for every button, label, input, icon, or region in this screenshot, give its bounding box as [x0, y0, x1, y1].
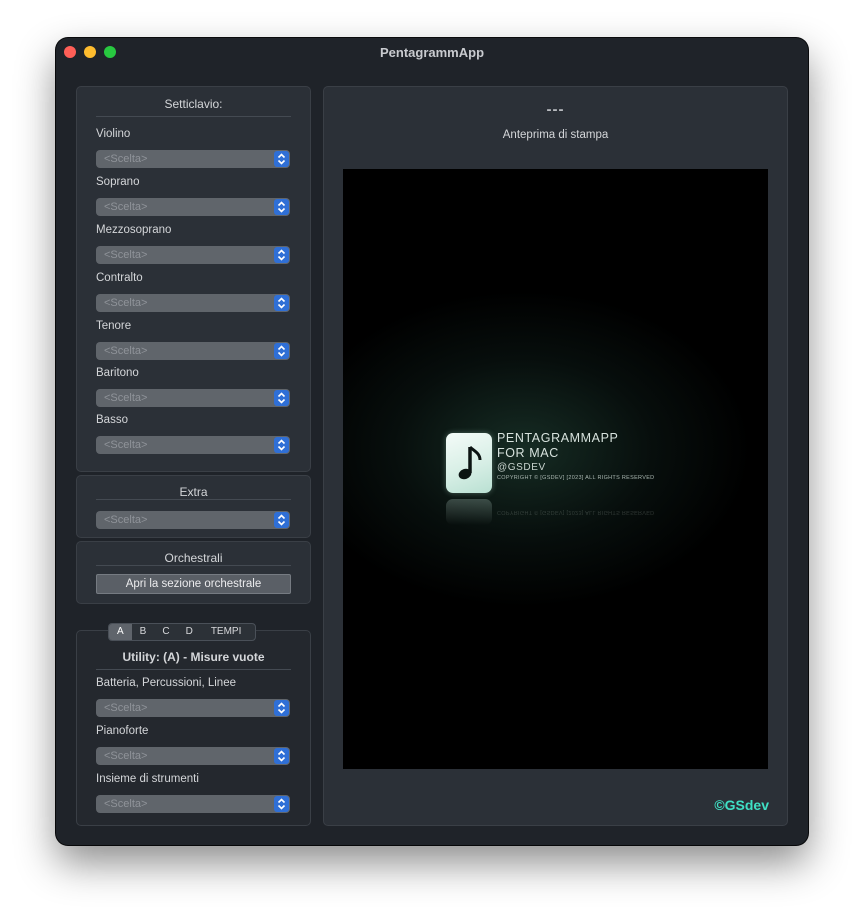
splash-platform: FOR MAC — [497, 446, 559, 460]
utility-label: Insieme di strumenti — [96, 773, 199, 785]
utility-label: Pianoforte — [96, 725, 149, 737]
chevron-up-down-icon — [274, 151, 289, 167]
print-preview-panel: --- Anteprima di stampa PENTAGRAMMAPP FO… — [323, 86, 788, 826]
select-value: <Scelta> — [104, 249, 148, 261]
utility-select[interactable]: <Scelta> — [96, 795, 290, 813]
select-value: <Scelta> — [104, 798, 148, 810]
clef-label: Baritono — [96, 367, 139, 379]
setticlavio-title: Setticlavio: — [164, 97, 223, 111]
clef-select[interactable]: <Scelta> — [96, 436, 290, 454]
utility-title: Utility: (A) - Misure vuote — [122, 650, 265, 664]
clef-select[interactable]: <Scelta> — [96, 150, 290, 168]
chevron-up-down-icon — [274, 796, 289, 812]
music-note-icon — [446, 433, 492, 493]
tab-d[interactable]: D — [178, 624, 201, 640]
preview-label: Anteprima di stampa — [502, 129, 609, 141]
clef-select[interactable]: <Scelta> — [96, 342, 290, 360]
clef-label: Contralto — [96, 272, 143, 284]
splash-author: @GSDEV — [497, 462, 546, 473]
preview-placeholder: --- — [546, 101, 565, 118]
divider — [96, 499, 291, 500]
setticlavio-panel: Setticlavio: Violino <Scelta> Soprano <Scel… — [76, 86, 311, 472]
chevron-up-down-icon — [274, 437, 289, 453]
select-value: <Scelta> — [104, 153, 148, 165]
tab-a[interactable]: A — [109, 624, 132, 640]
orchestrali-panel: Orchestrali Apri la sezione orchestrale — [76, 541, 311, 604]
clef-select[interactable]: <Scelta> — [96, 246, 290, 264]
select-value: <Scelta> — [104, 392, 148, 404]
chevron-up-down-icon — [274, 199, 289, 215]
chevron-up-down-icon — [274, 247, 289, 263]
utility-panel: A B C D TEMPI Utility: (A) - Misure vuot… — [76, 623, 311, 826]
extra-title: Extra — [179, 485, 208, 499]
utility-tabs: A B C D TEMPI — [108, 623, 257, 641]
chevron-up-down-icon — [274, 295, 289, 311]
select-value: <Scelta> — [104, 201, 148, 213]
utility-select[interactable]: <Scelta> — [96, 747, 290, 765]
select-value: <Scelta> — [104, 297, 148, 309]
select-value: <Scelta> — [104, 702, 148, 714]
select-value: <Scelta> — [104, 750, 148, 762]
clef-select[interactable]: <Scelta> — [96, 198, 290, 216]
app-window: PentagrammApp Setticlavio: Violino <Scelt… — [56, 38, 808, 845]
preview-canvas: PENTAGRAMMAPP FOR MAC @GSDEV COPYRIGHT ©… — [343, 169, 768, 769]
clef-select[interactable]: <Scelta> — [96, 389, 290, 407]
divider — [96, 669, 291, 670]
brand-label: ©GSdev — [714, 797, 769, 813]
chevron-up-down-icon — [274, 748, 289, 764]
divider — [96, 565, 291, 566]
utility-label: Batteria, Percussioni, Linee — [96, 677, 236, 689]
extra-select[interactable]: <Scelta> — [96, 511, 290, 529]
tab-tempi[interactable]: TEMPI — [201, 624, 256, 640]
splash-app-name: PENTAGRAMMAPP — [497, 431, 619, 445]
chevron-up-down-icon — [274, 512, 289, 528]
clef-label: Basso — [96, 414, 128, 426]
clef-label: Soprano — [96, 176, 140, 188]
clef-label: Mezzosoprano — [96, 224, 172, 236]
chevron-up-down-icon — [274, 390, 289, 406]
clef-select[interactable]: <Scelta> — [96, 294, 290, 312]
utility-select[interactable]: <Scelta> — [96, 699, 290, 717]
chevron-up-down-icon — [274, 700, 289, 716]
chevron-up-down-icon — [274, 343, 289, 359]
divider — [96, 116, 291, 117]
titlebar: PentagrammApp — [56, 38, 808, 66]
select-value: <Scelta> — [104, 514, 148, 526]
window-title: PentagrammApp — [379, 45, 485, 60]
tab-c[interactable]: C — [154, 624, 177, 640]
app-icon-reflection — [446, 499, 492, 525]
clef-label: Tenore — [96, 320, 132, 332]
splash-copyright: COPYRIGHT © [GSDEV] [2023] ALL RIGHTS RE… — [497, 475, 655, 481]
open-orchestral-section-button[interactable]: Apri la sezione orchestrale — [96, 574, 291, 594]
select-value: <Scelta> — [104, 439, 148, 451]
splash-copyright-reflection: COPYRIGHT © [GSDEV] [2023] ALL RIGHTS RE… — [497, 509, 655, 515]
select-value: <Scelta> — [104, 345, 148, 357]
tab-b[interactable]: B — [132, 624, 155, 640]
clef-label: Violino — [96, 128, 131, 140]
extra-panel: Extra <Scelta> — [76, 475, 311, 538]
orchestrali-title: Orchestrali — [164, 551, 223, 565]
